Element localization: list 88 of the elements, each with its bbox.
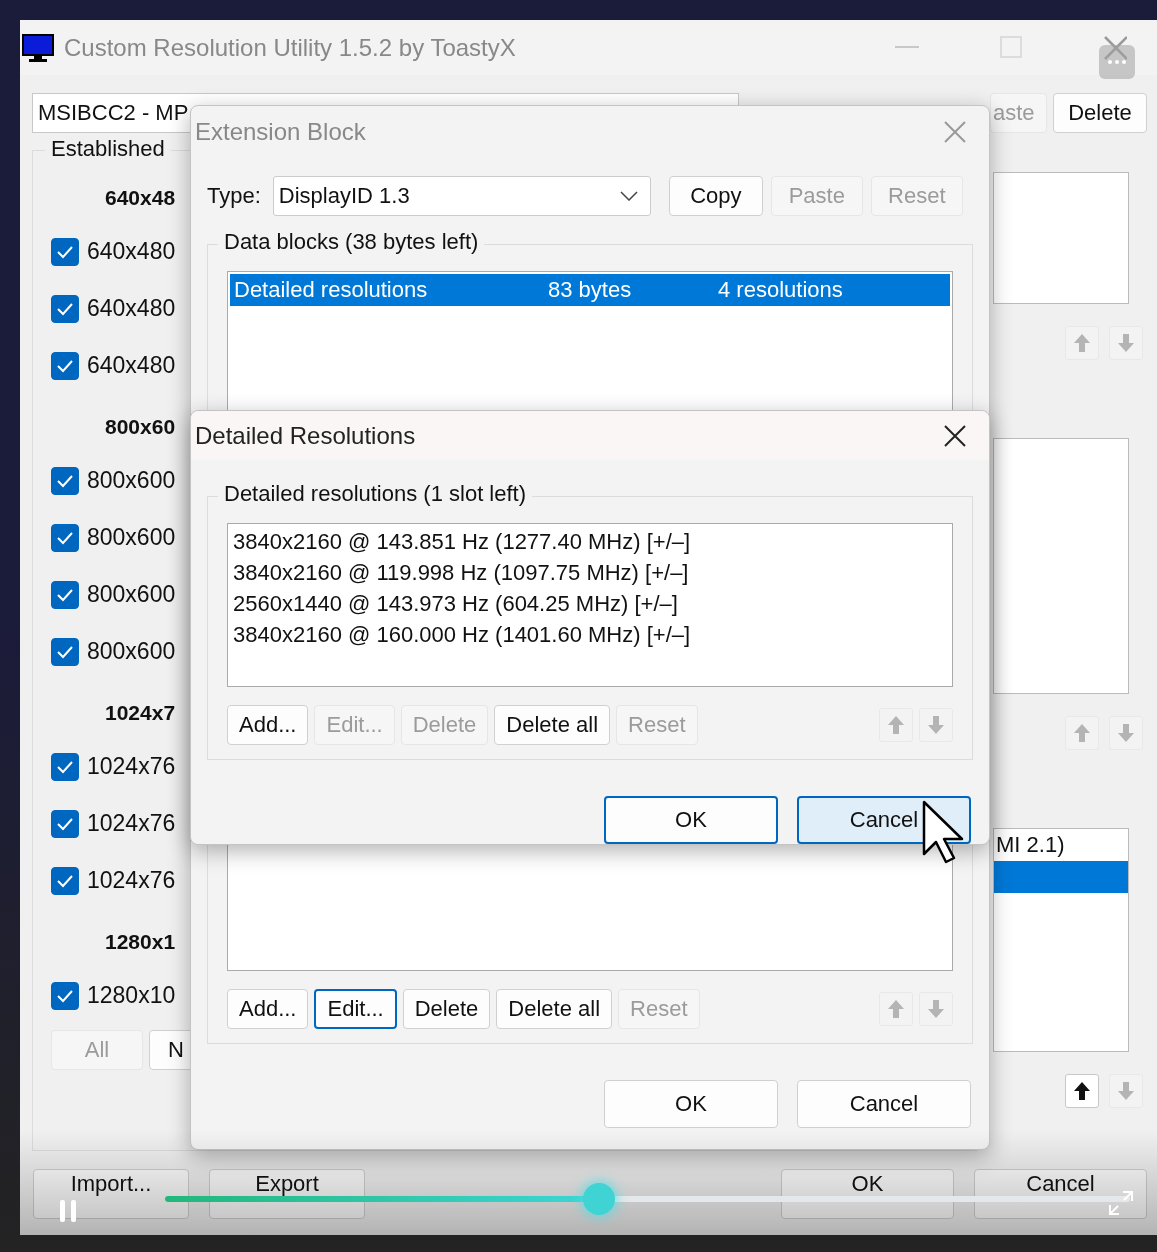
window-title: Custom Resolution Utility 1.5.2 by ToastyX	[64, 33, 517, 62]
monitor-icon	[22, 33, 54, 62]
resolution-label: 1024x76	[87, 867, 176, 894]
list-row[interactable]: 2560x1440 @ 143.973 Hz (604.25 MHz) [+/–]	[233, 588, 947, 619]
resolution-heading: 640x48	[105, 185, 176, 211]
up-arrow-icon	[887, 715, 905, 735]
close-icon	[943, 423, 967, 448]
list-box[interactable]	[993, 438, 1129, 694]
chevron-down-icon	[619, 191, 638, 201]
type-action-button[interactable]: Copy	[668, 176, 763, 216]
checkbox[interactable]	[51, 351, 79, 380]
dialog-button[interactable]: Cancel	[797, 1080, 971, 1128]
resolution-label: 800x600	[87, 467, 176, 494]
checkbox[interactable]	[51, 294, 79, 323]
resolution-label: 800x600	[87, 524, 176, 551]
fullscreen-icon[interactable]	[1108, 1190, 1134, 1216]
list-box[interactable]: MI 2.1)	[993, 828, 1129, 1052]
footer-button[interactable]: Import...	[33, 1169, 189, 1219]
check-icon	[56, 759, 74, 774]
up-arrow-icon	[1073, 723, 1091, 743]
down-arrow-icon	[1117, 333, 1135, 353]
checkbox[interactable]	[51, 237, 79, 266]
toolbar-button[interactable]: Delete	[1053, 93, 1147, 133]
resolution-label: 800x600	[87, 638, 176, 665]
list-row[interactable]: Detailed resolutions 83 bytes 4 resolutions	[230, 274, 950, 306]
dots-icon	[1107, 59, 1127, 65]
resolution-label: 640x480	[87, 238, 176, 265]
list-action-button[interactable]: Delete all	[496, 989, 613, 1029]
resolution-label: 640x480	[87, 295, 176, 322]
resolution-heading: 1024x7	[105, 700, 176, 726]
type-label: Type:	[207, 183, 261, 209]
checkbox[interactable]	[51, 580, 79, 609]
check-icon	[56, 301, 74, 316]
check-icon	[56, 988, 74, 1003]
close-button[interactable]	[943, 423, 967, 448]
down-arrow-icon	[1117, 723, 1135, 743]
checkbox[interactable]	[51, 637, 79, 666]
list-action-button[interactable]: Edit...	[314, 989, 397, 1029]
dialog-title: Detailed Resolutions	[195, 421, 417, 450]
list-row[interactable]: 3840x2160 @ 160.000 Hz (1401.60 MHz) [+/–]	[233, 619, 947, 650]
list-row[interactable]: MI 2.1)	[994, 829, 1128, 861]
type-dropdown[interactable]: DisplayID 1.3	[272, 176, 651, 216]
list-row[interactable]: 3840x2160 @ 119.998 Hz (1097.75 MHz) [+/–]	[233, 557, 947, 588]
checkbox[interactable]	[51, 866, 79, 895]
resolution-heading: 800x60	[105, 414, 176, 440]
resolution-label: 800x600	[87, 581, 176, 608]
resolution-label: 1024x76	[87, 810, 176, 837]
up-arrow-icon	[887, 999, 905, 1019]
list-action-button[interactable]: Delete	[402, 989, 491, 1029]
checkbox[interactable]	[51, 466, 79, 495]
list-box[interactable]	[993, 172, 1129, 304]
close-icon	[943, 120, 967, 144]
more-options-button[interactable]	[1099, 45, 1135, 79]
move-up-button[interactable]	[1065, 1074, 1099, 1108]
checkbox[interactable]	[51, 523, 79, 552]
list-action-button[interactable]: Add...	[227, 705, 309, 745]
checkbox[interactable]	[51, 981, 79, 1010]
check-icon	[56, 816, 74, 831]
up-arrow-icon	[1073, 1081, 1091, 1101]
checkbox[interactable]	[51, 809, 79, 838]
pause-icon[interactable]	[60, 1200, 76, 1222]
check-icon	[56, 244, 74, 259]
down-arrow-icon	[927, 999, 945, 1019]
list-row[interactable]: 3840x2160 @ 143.851 Hz (1277.40 MHz) [+/–]	[233, 526, 947, 557]
resolution-label: 1024x76	[87, 753, 176, 780]
check-icon	[56, 587, 74, 602]
check-icon	[56, 473, 74, 488]
check-icon	[56, 358, 74, 373]
list-action-button[interactable]: Add...	[227, 989, 309, 1029]
check-icon	[56, 530, 74, 545]
list-row[interactable]	[994, 861, 1128, 893]
minimize-icon	[895, 45, 919, 48]
down-arrow-icon	[927, 715, 945, 735]
dialog-title: Extension Block	[195, 118, 367, 146]
video-progress-bar[interactable]	[165, 1196, 1130, 1202]
close-icon	[1103, 34, 1127, 61]
dialog-button[interactable]: OK	[604, 1080, 778, 1128]
checkbox[interactable]	[51, 752, 79, 781]
resolution-list[interactable]: 3840x2160 @ 143.851 Hz (1277.40 MHz) [+/–] 3840x2160 @ 119.998 Hz (1097.75 MHz) [+/–] 2560x1440 @ 143.973 Hz (604.25 MHz) [+/–] 3840x2160 @ 160.000 Hz (1401.60 MHz) [+/–]	[227, 523, 953, 687]
resolution-label: 640x480	[87, 352, 176, 379]
up-arrow-icon	[1073, 333, 1091, 353]
list-action-button[interactable]: Delete all	[494, 705, 611, 745]
resolution-label: 1280x10	[87, 982, 176, 1009]
resolution-heading: 1280x1	[105, 929, 176, 955]
dialog-button[interactable]: OK	[604, 796, 778, 844]
check-icon	[56, 644, 74, 659]
check-icon	[56, 873, 74, 888]
down-arrow-icon	[1117, 1081, 1135, 1101]
